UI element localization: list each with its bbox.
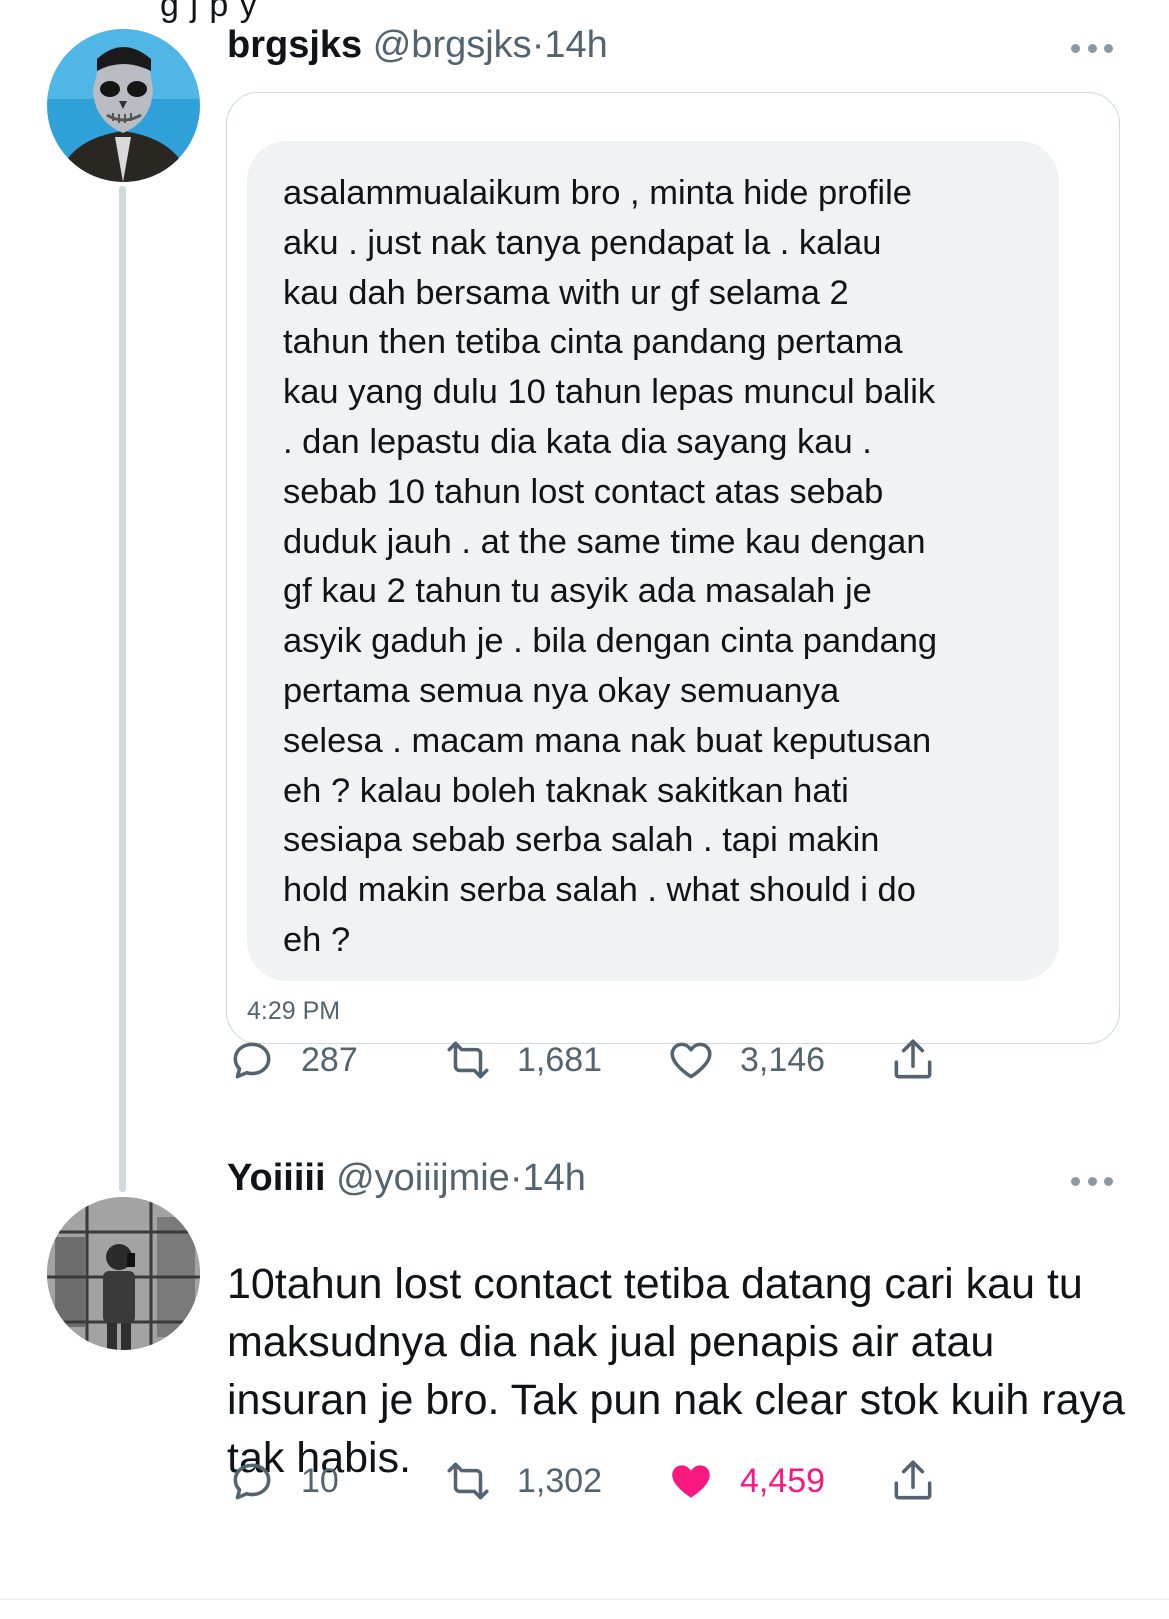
dm-message-bubble: asalammualaikum bro , minta hide profile… xyxy=(247,141,1059,981)
reply-count: 287 xyxy=(301,1040,358,1079)
retweet-icon xyxy=(447,1041,489,1079)
reply-button[interactable]: 287 xyxy=(227,1032,358,1088)
heart-outline-icon xyxy=(670,1042,712,1079)
like-button[interactable]: 3,146 xyxy=(666,1032,825,1088)
more-options-icon[interactable] xyxy=(1071,42,1113,54)
tweet-actions: 10 1,302 4,459 xyxy=(227,1453,1007,1509)
share-button[interactable] xyxy=(888,1032,938,1088)
truncated-previous-text: g j p y xyxy=(160,0,258,24)
reply-count: 10 xyxy=(301,1461,339,1500)
masked-person-avatar-icon xyxy=(47,29,200,182)
like-button[interactable]: 4,459 xyxy=(666,1453,825,1509)
separator-dot: · xyxy=(531,24,545,66)
share-icon xyxy=(894,1460,932,1500)
like-count: 4,459 xyxy=(740,1461,826,1500)
share-icon xyxy=(894,1039,932,1079)
display-name[interactable]: brgsjks xyxy=(227,24,362,66)
dm-message-time: 4:29 PM xyxy=(247,997,341,1025)
retweet-icon xyxy=(447,1462,489,1500)
retweet-button[interactable]: 1,681 xyxy=(443,1032,602,1088)
timestamp[interactable]: 14h xyxy=(522,1157,585,1199)
retweet-count: 1,302 xyxy=(517,1461,603,1500)
mirror-selfie-avatar-icon xyxy=(47,1197,200,1350)
like-count: 3,146 xyxy=(740,1040,826,1079)
handle[interactable]: @brgsjks xyxy=(373,24,532,66)
retweet-count: 1,681 xyxy=(517,1040,603,1079)
more-options-icon[interactable] xyxy=(1071,1175,1113,1187)
handle[interactable]: @yoiiijmie xyxy=(336,1157,510,1199)
avatar[interactable] xyxy=(47,1197,200,1350)
reply-icon xyxy=(233,1463,271,1500)
retweet-button[interactable]: 1,302 xyxy=(443,1453,602,1509)
share-button[interactable] xyxy=(888,1453,938,1509)
tweet-header: brgsjks @brgsjks·14h xyxy=(227,24,608,67)
display-name[interactable]: Yoiiiii xyxy=(227,1157,326,1199)
tweet-actions: 287 1,681 3,146 xyxy=(227,1032,1007,1088)
screenshot-media[interactable]: asalammualaikum bro , minta hide profile… xyxy=(226,92,1120,1044)
reply-icon xyxy=(233,1042,271,1079)
timestamp[interactable]: 14h xyxy=(544,24,607,66)
avatar[interactable] xyxy=(47,29,200,182)
tweet-header: Yoiiiii @yoiiijmie·14h xyxy=(227,1157,586,1200)
dm-message-text: asalammualaikum bro , minta hide profile… xyxy=(283,174,938,959)
separator-dot: · xyxy=(509,1157,523,1199)
reply-button[interactable]: 10 xyxy=(227,1453,339,1509)
thread-connector-line xyxy=(119,186,126,1192)
divider xyxy=(0,1598,1169,1600)
heart-filled-icon xyxy=(672,1465,710,1498)
